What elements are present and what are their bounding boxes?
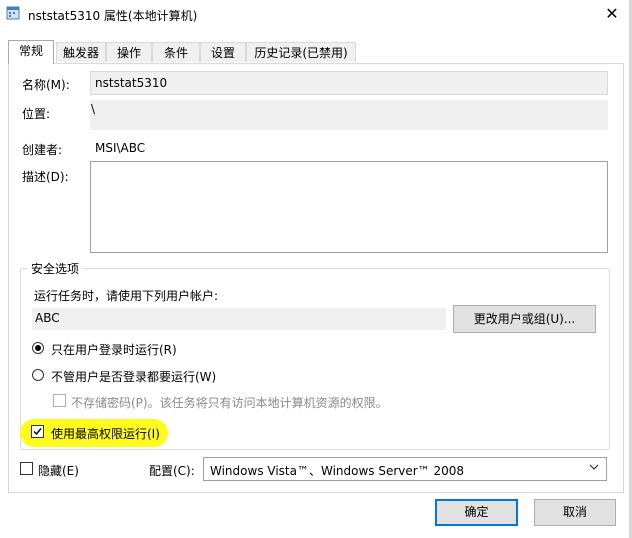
hidden-label[interactable]: 隐藏(E) bbox=[38, 462, 79, 479]
radio-whether-logged-on-label[interactable]: 不管用户是否登录都要运行(W) bbox=[51, 368, 216, 385]
configure-value: Windows Vista™、Windows Server™ 2008 bbox=[210, 464, 465, 478]
radio-selected-dot bbox=[35, 345, 41, 351]
configure-label: 配置(C): bbox=[149, 464, 195, 478]
highest-privileges-checkbox[interactable] bbox=[31, 425, 44, 438]
tab-conditions[interactable]: 条件 bbox=[152, 42, 200, 62]
no-store-password-label: 不存储密码(P)。该任务将只有访问本地计算机资源的权限。 bbox=[71, 396, 388, 410]
user-account-field: ABC bbox=[32, 308, 446, 330]
title-bar: nststat5310 属性(本地计算机) ✕ bbox=[0, 0, 632, 30]
security-options-title: 安全选项 bbox=[28, 260, 83, 277]
cancel-button[interactable]: 取消 bbox=[534, 499, 616, 526]
name-value: nststat5310 bbox=[95, 76, 168, 90]
location-label: 位置: bbox=[22, 107, 51, 121]
radio-whether-logged-on[interactable] bbox=[32, 369, 44, 381]
change-user-button[interactable]: 更改用户或组(U)... bbox=[453, 305, 596, 333]
hidden-checkbox[interactable] bbox=[20, 462, 33, 475]
description-label: 描述(D): bbox=[22, 170, 69, 184]
author-value: MSI\ABC bbox=[95, 141, 146, 155]
task-scheduler-icon bbox=[6, 6, 20, 20]
author-label: 创建者: bbox=[22, 143, 63, 157]
radio-logged-on-label[interactable]: 只在用户登录时运行(R) bbox=[51, 341, 177, 358]
description-textarea[interactable] bbox=[90, 161, 608, 253]
close-icon[interactable]: ✕ bbox=[600, 4, 624, 24]
tab-actions[interactable]: 操作 bbox=[106, 42, 152, 62]
name-field[interactable]: nststat5310 bbox=[90, 71, 608, 95]
user-account-value: ABC bbox=[35, 311, 60, 325]
configure-dropdown[interactable]: Windows Vista™、Windows Server™ 2008 bbox=[203, 457, 607, 481]
checkmark-icon bbox=[33, 428, 42, 436]
highest-privileges-label[interactable]: 使用最高权限运行(I) bbox=[51, 425, 160, 442]
no-store-password-checkbox[interactable] bbox=[53, 394, 66, 407]
run-as-label: 运行任务时，请使用下列用户帐户: bbox=[34, 289, 219, 303]
radio-logged-on[interactable] bbox=[32, 342, 44, 354]
tab-history[interactable]: 历史记录(已禁用) bbox=[246, 42, 356, 62]
tab-general[interactable]: 常规 bbox=[8, 40, 54, 64]
tab-triggers[interactable]: 触发器 bbox=[56, 42, 106, 62]
chevron-down-icon bbox=[588, 461, 600, 476]
tab-settings[interactable]: 设置 bbox=[200, 42, 246, 62]
window-title: nststat5310 属性(本地计算机) bbox=[28, 9, 198, 23]
name-label: 名称(M): bbox=[22, 78, 70, 92]
location-value: \ bbox=[91, 102, 96, 116]
location-field: \ bbox=[90, 100, 608, 130]
ok-button[interactable]: 确定 bbox=[435, 499, 518, 526]
